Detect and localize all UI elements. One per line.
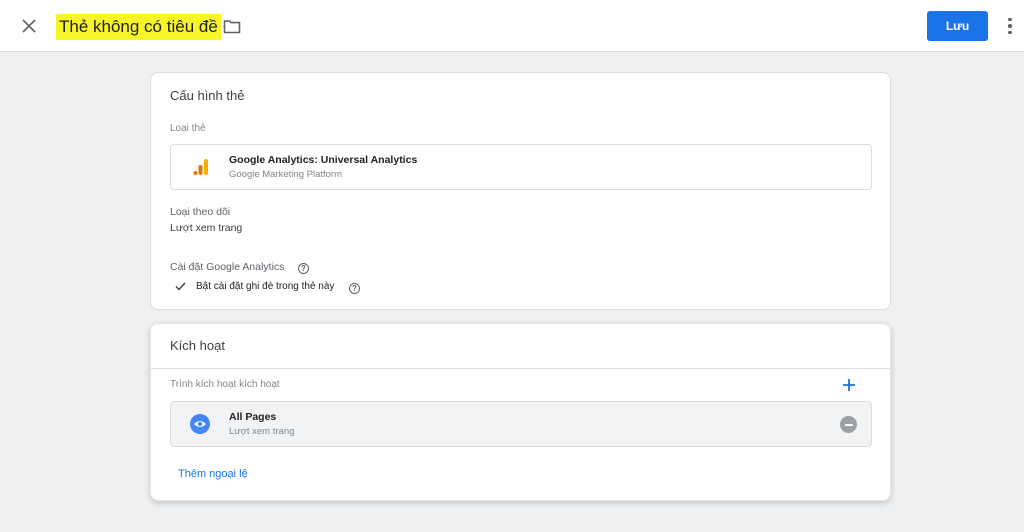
tag-configuration-title: Cấu hình thẻ — [170, 88, 245, 103]
minus-icon — [844, 423, 853, 426]
add-exception-link[interactable]: Thêm ngoại lệ — [178, 468, 248, 480]
check-icon — [175, 282, 186, 291]
ga-settings-label: Cài đặt Google Analytics — [170, 261, 285, 273]
trigger-row[interactable]: All Pages Lượt xem trang — [170, 401, 872, 447]
trigger-name: All Pages — [229, 411, 277, 423]
eye-icon — [190, 414, 210, 434]
triggering-card[interactable]: Kích hoạt Trình kích hoạt kích hoạt All … — [150, 323, 891, 501]
triggering-title: Kích hoạt — [170, 338, 225, 353]
google-analytics-icon — [193, 159, 208, 175]
folder-icon — [223, 19, 241, 33]
plus-icon — [843, 379, 855, 391]
track-type-value[interactable]: Lượt xem trang — [170, 222, 242, 234]
top-bar: Thẻ không có tiêu đề Lưu — [0, 0, 1024, 52]
tag-title[interactable]: Thẻ không có tiêu đề — [56, 14, 221, 40]
trigger-type: Lượt xem trang — [229, 426, 295, 437]
divider — [151, 368, 890, 369]
close-icon — [22, 19, 36, 33]
tag-type-label: Loại thẻ — [170, 123, 206, 134]
remove-trigger-button[interactable] — [840, 416, 857, 433]
tag-configuration-card[interactable]: Cấu hình thẻ Loại thẻ Google Analytics: … — [150, 72, 891, 310]
tag-type-selector[interactable]: Google Analytics: Universal Analytics Go… — [170, 144, 872, 190]
track-type-label: Loại theo dõi — [170, 206, 231, 218]
add-trigger-button[interactable] — [840, 376, 858, 394]
tag-type-provider: Google Marketing Platform — [229, 169, 342, 180]
more-vert-icon — [1008, 17, 1012, 22]
more-options-button[interactable] — [1002, 14, 1018, 38]
help-icon[interactable]: ? — [349, 283, 360, 294]
folder-button[interactable] — [222, 17, 242, 35]
help-icon[interactable]: ? — [298, 263, 309, 274]
override-settings-toggle[interactable]: Bật cài đặt ghi đè trong thẻ này — [196, 281, 334, 292]
tag-type-name: Google Analytics: Universal Analytics — [229, 154, 418, 166]
firing-triggers-label: Trình kích hoạt kích hoạt — [170, 379, 280, 390]
close-button[interactable] — [18, 15, 40, 37]
save-button[interactable]: Lưu — [927, 11, 988, 41]
tag-title-text: Thẻ không có tiêu đề — [59, 17, 218, 36]
